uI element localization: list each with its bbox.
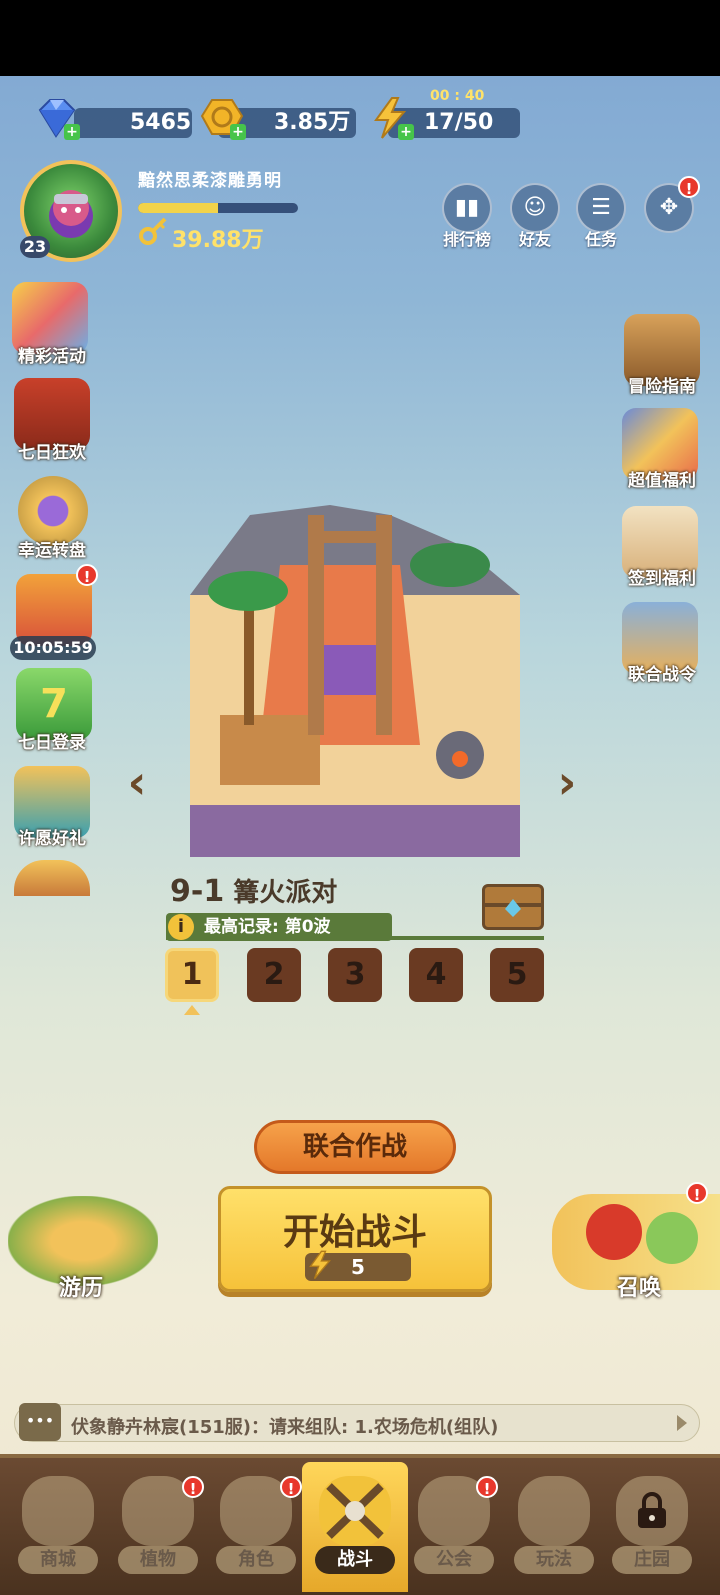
nav-plants[interactable]: 植物 !: [114, 1476, 204, 1576]
nav-guild-label: 公会: [414, 1546, 494, 1574]
gems-counter[interactable]: 5465: [74, 108, 192, 138]
energy-value: 17/50: [424, 110, 494, 135]
wave-button-2[interactable]: 2: [247, 948, 301, 1002]
summon-label: 召唤: [616, 1276, 661, 1301]
gold-value: 3.85万: [274, 110, 351, 135]
wave-button-4[interactable]: 4: [409, 948, 463, 1002]
nav-gameplay[interactable]: 玩法: [510, 1476, 598, 1576]
gem-icon: +: [34, 96, 80, 140]
events-label: 精彩活动: [18, 347, 86, 367]
gameplay-icon: [518, 1476, 590, 1546]
chat-bubble-icon: •••: [19, 1403, 61, 1441]
nav-battle-label: 战斗: [315, 1546, 395, 1574]
wish-gift-label: 许愿好礼: [18, 829, 86, 849]
selected-wave-marker: [184, 1005, 200, 1015]
add-energy-icon[interactable]: +: [398, 124, 414, 140]
nav-character[interactable]: 角色 !: [212, 1476, 302, 1576]
battle-pass-label: 联合战令: [628, 665, 696, 685]
energy-cost-value: 5: [351, 1255, 365, 1279]
add-gems-icon[interactable]: +: [64, 124, 80, 140]
wave-button-3[interactable]: 3: [328, 948, 382, 1002]
tasks-label: 任务: [584, 230, 617, 249]
cost-lightning-icon: [305, 1245, 335, 1285]
player-power: 39.88万: [172, 228, 264, 253]
info-icon[interactable]: i: [168, 914, 194, 940]
nav-guild-badge: !: [476, 1476, 498, 1498]
sign-in-label: 签到福利: [628, 569, 696, 589]
battle-icon: [319, 1476, 391, 1546]
gamepad-icon: ✥: [659, 195, 679, 220]
key-icon: [138, 216, 168, 246]
seven-day-login-label: 七日登录: [18, 733, 86, 753]
status-bar: [0, 0, 720, 76]
adventure-guide-label: 冒险指南: [628, 377, 696, 397]
friends-label: 好友: [518, 230, 551, 249]
gift-box-badge: !: [76, 564, 98, 586]
stage-island[interactable]: [190, 505, 520, 857]
tasks-icon: ☰: [591, 195, 611, 220]
carnival-label: 七日狂欢: [18, 443, 86, 463]
gold-coin-icon: +: [200, 96, 246, 140]
prev-stage-arrow[interactable]: ‹: [122, 758, 152, 806]
value-welfare-label: 超值福利: [628, 471, 696, 491]
chat-message: 伏象静卉林宸(151服)：请来组队: 1.农场危机(组队): [71, 1417, 499, 1438]
chat-ticker[interactable]: ••• 伏象静卉林宸(151服)：请来组队: 1.农场危机(组队): [14, 1403, 700, 1442]
friends-icon: ☺: [523, 195, 547, 220]
coop-battle-button[interactable]: 联合作战: [254, 1120, 456, 1174]
nav-manor[interactable]: 庄园: [608, 1476, 696, 1576]
nav-manor-label: 庄园: [612, 1546, 692, 1574]
add-gold-icon[interactable]: +: [230, 124, 246, 140]
lock-icon: [630, 1490, 674, 1530]
start-battle-button[interactable]: 开始战斗 5: [218, 1186, 492, 1292]
stage-name: 篝火派对: [233, 878, 338, 908]
nav-battle[interactable]: 战斗: [311, 1476, 399, 1576]
next-stage-arrow[interactable]: ›: [552, 758, 582, 806]
player-name: 黯然思柔漆雕勇明: [138, 171, 282, 191]
stage-number: 9-1: [170, 874, 225, 909]
energy-timer: 00 : 40: [430, 88, 485, 104]
nav-plants-badge: !: [182, 1476, 204, 1498]
chat-expand-icon[interactable]: [677, 1415, 687, 1431]
nav-shop-label: 商城: [18, 1546, 98, 1574]
treasure-chest-icon[interactable]: [482, 884, 544, 930]
nav-plants-label: 植物: [118, 1546, 198, 1574]
player-level-badge: 23: [20, 236, 50, 258]
start-battle-label: 开始战斗: [282, 1212, 427, 1253]
xp-bar-fill: [138, 203, 218, 213]
nav-character-label: 角色: [216, 1546, 296, 1574]
lightning-icon: +: [368, 96, 414, 140]
gamepad-badge: !: [678, 176, 700, 198]
summon-badge: !: [686, 1182, 708, 1204]
nav-gameplay-label: 玩法: [514, 1546, 594, 1574]
bottom-nav: 商城 植物 ! 角色 ! 战斗 公会 ! 玩法 庄园: [0, 1454, 720, 1595]
leaderboard-icon: ▮▮: [454, 195, 480, 220]
nav-guild[interactable]: 公会 !: [410, 1476, 498, 1576]
wave-button-5[interactable]: 5: [490, 948, 544, 1002]
lucky-wheel-label: 幸运转盘: [18, 541, 86, 561]
stage-title: 9-1 篝火派对: [170, 872, 337, 909]
nav-shop[interactable]: 商城: [14, 1476, 102, 1576]
leaderboard-label: 排行榜: [442, 230, 491, 249]
shop-icon: [22, 1476, 94, 1546]
xp-bar: [138, 203, 298, 213]
wave-button-1[interactable]: 1: [165, 948, 219, 1002]
gems-value: 5465: [130, 110, 192, 135]
best-record: 最高记录: 第0波: [166, 913, 392, 941]
nav-character-badge: !: [280, 1476, 302, 1498]
crown-icon[interactable]: [14, 860, 90, 896]
travel-label: 游历: [58, 1276, 103, 1301]
gift-countdown: 10:05:59: [10, 636, 96, 660]
